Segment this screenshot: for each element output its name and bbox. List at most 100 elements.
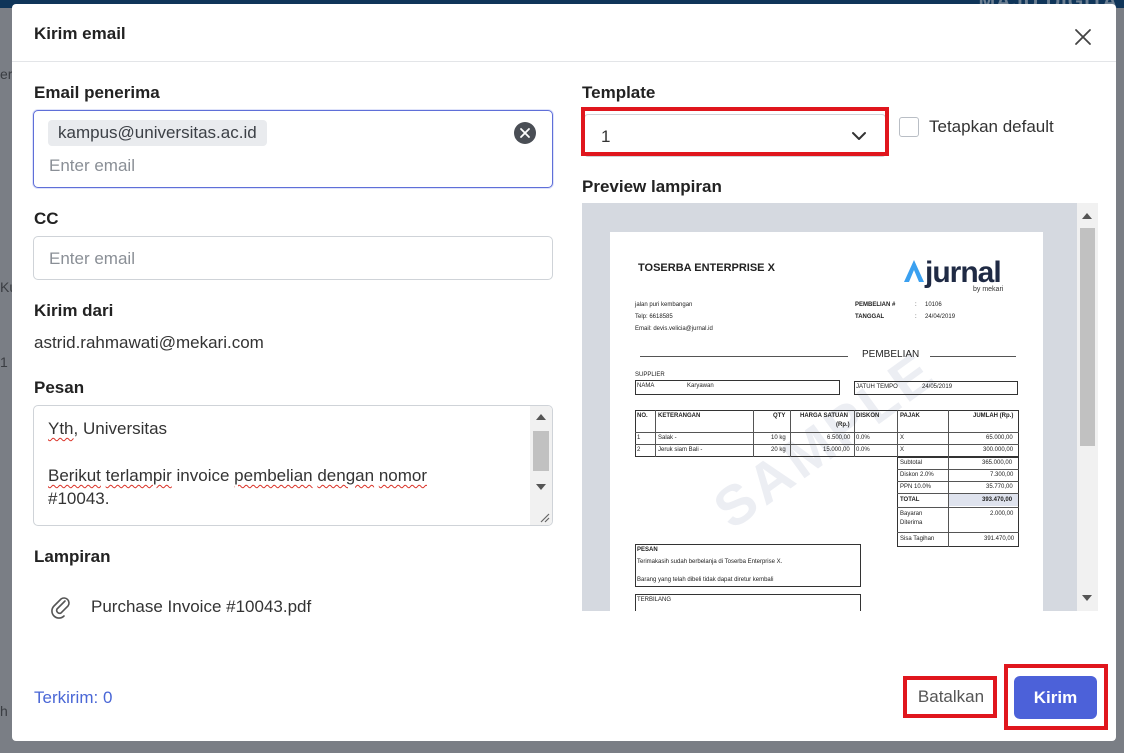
doc-rule bbox=[930, 356, 1016, 357]
doc-rule bbox=[790, 410, 791, 457]
scroll-thumb[interactable] bbox=[1080, 228, 1095, 446]
doc-cell: 65.000,00 bbox=[986, 435, 1013, 441]
doc-cell: X bbox=[900, 447, 905, 453]
doc-rule bbox=[635, 432, 1019, 433]
doc-cell: 15.000,00 bbox=[823, 447, 850, 453]
send-email-modal: Kirim email Email penerima kampus@univer… bbox=[12, 4, 1116, 741]
attachment-filename[interactable]: Purchase Invoice #10043.pdf bbox=[91, 597, 311, 617]
doc-summary-value: 391.470,00 bbox=[984, 536, 1015, 542]
doc-cell: 2 bbox=[637, 447, 641, 453]
doc-col-tax: PAJAK bbox=[900, 413, 920, 419]
doc-rule bbox=[854, 410, 855, 457]
invoice-document: SAMPLE TOSERBA ENTERPRISE X jurnal by me… bbox=[610, 232, 1043, 611]
paperclip-icon bbox=[51, 597, 70, 619]
cc-placeholder: Enter email bbox=[49, 249, 135, 268]
doc-section-title: PEMBELIAN bbox=[862, 349, 920, 360]
doc-rule bbox=[897, 410, 898, 457]
doc-note: Barang yang telah dibeli tidak dapat dir… bbox=[637, 577, 774, 583]
doc-summary-value: 365.000,00 bbox=[982, 460, 1013, 466]
doc-company: TOSERBA ENTERPRISE X bbox=[638, 262, 775, 274]
doc-summary-label: Sisa Tagihan bbox=[900, 536, 935, 542]
doc-summary-value: 393.470,00 bbox=[982, 497, 1013, 503]
doc-summary-label: Diterima bbox=[900, 520, 923, 526]
doc-col-amount: JUMLAH (Rp.) bbox=[973, 413, 1014, 419]
jurnal-logo-icon bbox=[904, 260, 924, 282]
doc-summary-label: TOTAL bbox=[900, 497, 920, 503]
doc-rule bbox=[897, 481, 1019, 482]
scroll-up-icon[interactable] bbox=[1082, 213, 1092, 219]
modal-title: Kirim email bbox=[34, 24, 126, 43]
recipient-label: Email penerima bbox=[34, 83, 160, 102]
scroll-down-icon[interactable] bbox=[536, 484, 546, 490]
doc-col-desc: KETERANGAN bbox=[658, 413, 701, 419]
attachment-label: Lampiran bbox=[34, 547, 111, 566]
recipient-placeholder: Enter email bbox=[49, 156, 135, 175]
cc-input[interactable]: Enter email bbox=[33, 236, 553, 280]
doc-purchase-no-label: PEMBELIAN # bbox=[855, 302, 896, 308]
sender-value: astrid.rahmawati@mekari.com bbox=[34, 333, 264, 352]
doc-cell: Salak - bbox=[658, 435, 677, 441]
doc-cell: 0.0% bbox=[856, 447, 870, 453]
doc-cell: Jeruk siam Bali - bbox=[658, 447, 703, 453]
doc-due-label: JATUH TEMPO bbox=[856, 384, 898, 390]
doc-due-value: 24/05/2019 bbox=[922, 384, 953, 390]
resize-handle-icon[interactable] bbox=[538, 511, 550, 523]
doc-summary-value: 35.770,00 bbox=[986, 484, 1013, 490]
sent-count-link[interactable]: Terkirim: 0 bbox=[34, 688, 112, 708]
highlight-cancel bbox=[903, 676, 997, 718]
doc-summary-value: 2.000,00 bbox=[990, 511, 1014, 517]
background-text: h bbox=[0, 703, 8, 719]
doc-summary-label: Bayaran bbox=[900, 511, 923, 517]
doc-cell: 6.500,00 bbox=[827, 435, 851, 441]
doc-note-label: PESAN bbox=[637, 547, 658, 553]
background-text: er bbox=[0, 66, 13, 82]
message-line: #10043. bbox=[48, 489, 110, 508]
remove-recipient-button[interactable] bbox=[514, 122, 536, 144]
set-default-label[interactable]: Tetapkan default bbox=[929, 117, 1054, 137]
doc-col-price: HARGA SATUAN bbox=[800, 413, 848, 419]
doc-name-value: Karyawan bbox=[687, 383, 714, 389]
doc-rule bbox=[640, 356, 848, 357]
doc-colon: : bbox=[915, 314, 917, 320]
highlight-send bbox=[1004, 664, 1108, 730]
doc-rule bbox=[948, 410, 949, 457]
doc-name-box bbox=[635, 380, 840, 395]
message-scrollbar[interactable] bbox=[530, 406, 552, 525]
recipient-input[interactable]: kampus@universitas.ac.id Enter email bbox=[33, 110, 553, 188]
message-line: Yth, Universitas bbox=[48, 419, 168, 438]
scroll-up-icon[interactable] bbox=[536, 414, 546, 420]
doc-cell: 300.000,00 bbox=[983, 447, 1014, 453]
doc-rule bbox=[655, 410, 656, 457]
attachment-preview[interactable]: SAMPLE TOSERBA ENTERPRISE X jurnal by me… bbox=[582, 203, 1098, 611]
scroll-down-icon[interactable] bbox=[1082, 595, 1092, 601]
doc-col-no: NO. bbox=[637, 413, 648, 419]
doc-date-label: TANGGAL bbox=[855, 314, 885, 320]
sender-label: Kirim dari bbox=[34, 301, 114, 320]
preview-scrollbar[interactable] bbox=[1077, 203, 1098, 611]
doc-logo-sub: by mekari bbox=[973, 286, 1004, 293]
set-default-checkbox[interactable] bbox=[899, 117, 919, 137]
cc-label: CC bbox=[34, 209, 59, 228]
recipient-chip: kampus@universitas.ac.id bbox=[48, 120, 267, 146]
doc-rule bbox=[897, 532, 1019, 533]
doc-logo: jurnal bbox=[925, 256, 1002, 289]
scroll-thumb[interactable] bbox=[533, 431, 549, 471]
doc-cell: 1 bbox=[637, 435, 641, 441]
doc-col-qty: QTY bbox=[773, 413, 786, 419]
doc-summary-label: Diskon 2.0% bbox=[900, 472, 934, 478]
doc-cell: 20 kg bbox=[771, 447, 786, 453]
doc-address: jalan puri kembangan bbox=[635, 302, 693, 308]
doc-terbilang: TERBILANG bbox=[637, 597, 672, 603]
modal-header: Kirim email bbox=[12, 4, 1116, 62]
doc-col-disc: DISKON bbox=[856, 413, 880, 419]
close-button[interactable] bbox=[1072, 26, 1094, 48]
message-label: Pesan bbox=[34, 378, 85, 397]
doc-name-label: NAMA bbox=[637, 383, 655, 389]
template-label: Template bbox=[582, 83, 656, 102]
doc-summary-value: 7.300,00 bbox=[990, 472, 1014, 478]
preview-label: Preview lampiran bbox=[582, 177, 722, 196]
doc-phone: Telp: 6618585 bbox=[635, 314, 673, 320]
doc-rule bbox=[897, 507, 1019, 508]
message-textarea[interactable]: Yth, Universitas Berikut terlampir invoi… bbox=[33, 405, 553, 526]
doc-cell: 10 kg bbox=[771, 435, 786, 441]
